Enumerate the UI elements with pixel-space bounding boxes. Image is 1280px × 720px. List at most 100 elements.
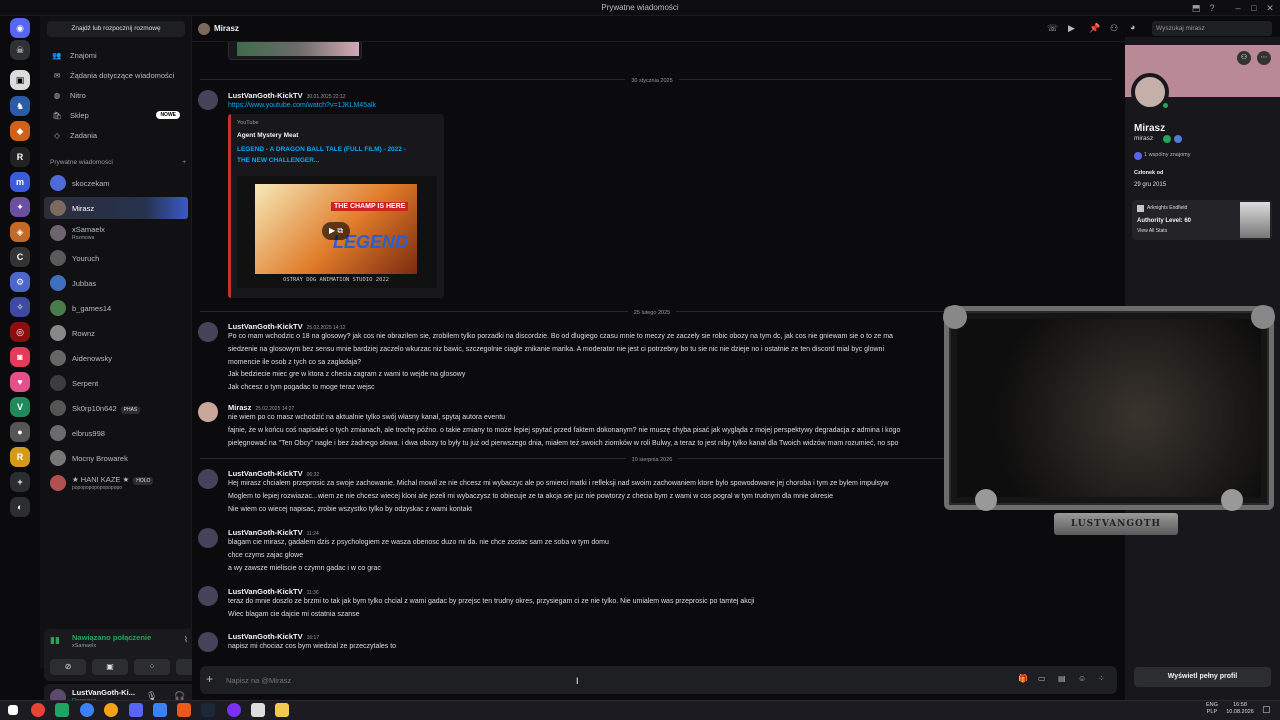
add-server-icon[interactable]: + (10, 472, 30, 492)
steam-icon[interactable] (201, 703, 215, 717)
dm-item[interactable]: elbrus998 (44, 422, 188, 444)
server-icon[interactable]: ▣ (10, 70, 30, 90)
server-icon[interactable]: C (10, 247, 30, 267)
message-author[interactable]: LustVanGoth-KickTV (228, 528, 303, 537)
server-icon[interactable]: ● (10, 422, 30, 442)
message-author[interactable]: LustVanGoth-KickTV (228, 587, 303, 596)
dm-item[interactable]: Jubbas (44, 272, 188, 294)
video-thumbnail[interactable]: THE CHAMP IS HERE LEGEND ▶ ⧉ OSTRAY DOG … (237, 176, 437, 288)
noise-suppression-icon[interactable]: ⌇ (184, 635, 188, 644)
more-options-icon[interactable]: ⋯ (1257, 51, 1271, 65)
pin-icon[interactable]: 📌 (1089, 23, 1100, 34)
message-avatar[interactable] (198, 586, 218, 606)
emoji-icon[interactable]: ☺ (1078, 674, 1086, 683)
video-call-icon[interactable]: ▶ (1068, 23, 1075, 34)
notifications-icon[interactable]: ▢ (1262, 704, 1271, 715)
apps-icon[interactable]: ⁘ (1098, 674, 1105, 683)
explore-icon[interactable]: ◐ (10, 497, 30, 517)
dm-item[interactable]: Serpent (44, 372, 188, 394)
game-stats-link[interactable]: View All Stats (1137, 228, 1167, 234)
app-icon[interactable] (104, 703, 118, 717)
app-icon[interactable] (251, 703, 265, 717)
badge-icon[interactable] (1174, 135, 1182, 143)
message-author[interactable]: LustVanGoth-KickTV (228, 632, 303, 641)
dm-item[interactable]: Mocny Browarek (44, 447, 188, 469)
message-avatar[interactable] (198, 632, 218, 652)
server-icon[interactable]: V (10, 397, 30, 417)
gif-icon[interactable]: ▭ (1038, 674, 1046, 683)
server-icon[interactable]: ◈ (10, 222, 30, 242)
server-icon[interactable]: ⚙ (10, 272, 30, 292)
embed-title[interactable]: LEGEND - A DRAGON BALL TALE (FULL FILM) … (237, 146, 406, 153)
help-icon[interactable]: ? (1206, 2, 1218, 14)
close-button[interactable]: ✕ (1264, 2, 1276, 14)
add-attachment-icon[interactable]: + (206, 672, 213, 686)
language-indicator[interactable]: ENG PLP (1206, 702, 1218, 716)
message-author[interactable]: LustVanGoth-KickTV (228, 469, 303, 478)
add-dm-button[interactable]: + (182, 159, 186, 166)
find-conversation-button[interactable]: Znajdź lub rozpocznij rozmowę (47, 21, 185, 37)
app-icon[interactable] (227, 703, 241, 717)
message-input[interactable] (226, 672, 986, 688)
dm-item[interactable]: ★ HANI KAZE ★ HOLO popopopopopopopopo (44, 472, 188, 494)
play-icon[interactable]: ▶ ⧉ (322, 222, 350, 240)
dm-item[interactable]: b_games14 (44, 297, 188, 319)
screen-share-button[interactable]: ▣ (92, 659, 128, 675)
server-icon[interactable]: ◎ (10, 322, 30, 342)
minimize-button[interactable]: – (1232, 2, 1244, 14)
dm-item[interactable]: Mirasz (44, 197, 188, 219)
dm-item[interactable]: skoczekam (44, 172, 188, 194)
dm-item[interactable]: xSamaelx Rozmowa (44, 222, 188, 244)
message-avatar[interactable] (198, 402, 218, 422)
server-icon[interactable]: ♥ (10, 372, 30, 392)
vlc-icon[interactable] (177, 703, 191, 717)
message-author[interactable]: LustVanGoth-KickTV (228, 322, 303, 331)
profile-toggle-icon[interactable]: ◕ (1130, 22, 1140, 34)
dm-item[interactable]: Rownz (44, 322, 188, 344)
server-icon[interactable]: ◙ (10, 347, 30, 367)
previous-attachment[interactable] (228, 42, 362, 60)
server-icon[interactable]: ✦ (10, 197, 30, 217)
server-icon[interactable]: R (10, 147, 30, 167)
sticker-icon[interactable]: ▤ (1058, 674, 1066, 683)
embed-title[interactable]: THE NEW CHALLENGER... (237, 157, 319, 164)
app-icon[interactable] (80, 703, 94, 717)
message-avatar[interactable] (198, 322, 218, 342)
discord-taskbar-icon[interactable] (129, 703, 143, 717)
app-icon[interactable] (55, 703, 69, 717)
inbox-icon[interactable]: ⬒ (1190, 2, 1202, 14)
add-friends-icon[interactable]: ⚇ (1110, 23, 1118, 34)
home-discord-icon[interactable]: ◉ (10, 18, 30, 38)
message-author[interactable]: Mirasz (228, 403, 251, 412)
server-icon[interactable]: ♞ (10, 96, 30, 116)
mutual-friends[interactable]: 1 wspólny znajomy (1144, 152, 1190, 158)
message-avatar[interactable] (198, 528, 218, 548)
server-icon[interactable]: m (10, 172, 30, 192)
server-icon[interactable]: ◆ (10, 121, 30, 141)
embed-author[interactable]: Agent Mystery Meat (237, 132, 298, 139)
dm-item[interactable]: Youruch (44, 247, 188, 269)
server-icon[interactable]: ☠ (10, 40, 30, 60)
server-icon[interactable]: R (10, 447, 30, 467)
badge-icon[interactable] (1163, 135, 1171, 143)
nav-friends[interactable]: 👥 Znajomi (44, 46, 188, 64)
message-avatar[interactable] (198, 90, 218, 110)
search-input[interactable]: Wyszukaj mirasz (1152, 21, 1272, 36)
message-link[interactable]: https://www.youtube.com/watch?v=1JKLM45a… (228, 102, 376, 109)
file-explorer-icon[interactable] (275, 703, 289, 717)
clock[interactable]: 16:58 10.08.2026 (1222, 702, 1258, 716)
add-friend-icon[interactable]: ⚇ (1237, 51, 1251, 65)
game-widget[interactable]: Arknights Endfield Authority Level: 60 V… (1132, 200, 1272, 240)
chrome-icon[interactable] (31, 703, 45, 717)
server-icon[interactable]: ✧ (10, 297, 30, 317)
nav-message-requests[interactable]: ✉ Żądania dotyczące wiadomości (44, 66, 188, 84)
camera-button[interactable]: ⊘ (50, 659, 86, 675)
dm-item[interactable]: Sk0rp10n642 PHAS (44, 397, 188, 419)
maximize-button[interactable]: □ (1248, 2, 1260, 14)
message-author[interactable]: LustVanGoth-KickTV (228, 91, 303, 100)
nav-nitro[interactable]: ◍ Nitro (44, 86, 188, 104)
gift-icon[interactable]: 🎁 (1018, 674, 1028, 683)
message-avatar[interactable] (198, 469, 218, 489)
dm-item[interactable]: Aidenowsky (44, 347, 188, 369)
activities-button[interactable]: ⁘ (134, 659, 170, 675)
